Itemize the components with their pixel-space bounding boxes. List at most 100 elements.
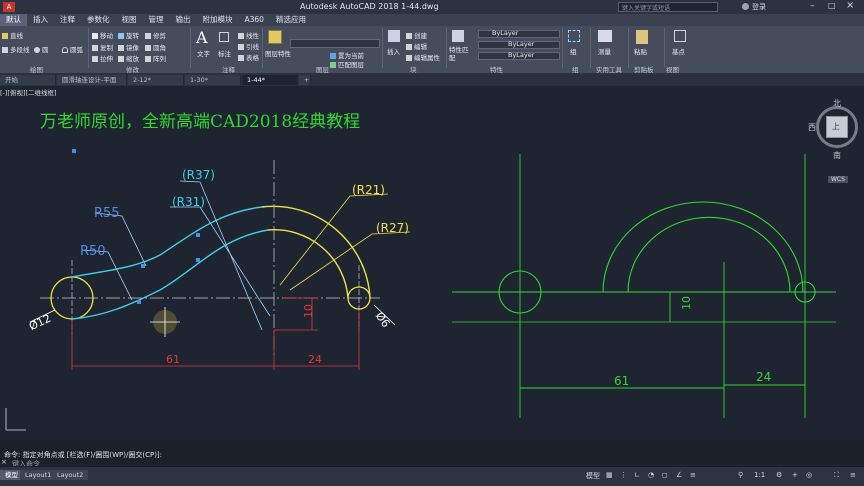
layer-properties-button[interactable]: 图层特性	[265, 48, 291, 58]
paste-button[interactable]: 粘贴	[634, 46, 647, 56]
otrack-icon[interactable]: ∠	[676, 471, 682, 479]
create-block-button[interactable]: 创建	[406, 30, 427, 40]
lineweight-icon[interactable]: ≡	[690, 471, 696, 479]
stretch-button[interactable]: 拉伸	[92, 53, 113, 63]
rotate-button[interactable]: 旋转	[118, 30, 139, 40]
tab-insert[interactable]: 插入	[27, 14, 54, 26]
fullscreen-icon[interactable]: ⛶	[834, 471, 839, 480]
fillet-button[interactable]: 圆角	[145, 42, 166, 52]
drawing-canvas[interactable]: 万老师原创，全新高端CAD2018经典教程 (R37) (R31) (R21) …	[0, 86, 864, 438]
compass-north[interactable]: 北	[833, 98, 841, 109]
layout-tab-2[interactable]: Layout2	[52, 470, 89, 480]
arc-button[interactable]: 圆弧	[62, 44, 83, 54]
scale-button[interactable]: 缩放	[118, 53, 139, 63]
annotation-scale-icon[interactable]: ⚲	[738, 471, 743, 479]
line-button[interactable]: 直线	[2, 30, 23, 40]
file-tab-2[interactable]: 2-12*	[128, 75, 184, 85]
dim-61-right: 61	[614, 374, 629, 388]
trim-button[interactable]: 修剪	[145, 30, 166, 40]
osnap-icon[interactable]: ◻	[662, 471, 668, 479]
annotation-scale[interactable]: 1:1	[754, 471, 765, 479]
text-button[interactable]: 文字	[197, 48, 210, 58]
measure-icon[interactable]	[598, 30, 612, 42]
customize-menu-icon[interactable]: ≡	[850, 471, 856, 479]
layer-properties-icon[interactable]	[268, 30, 282, 44]
tab-featured-apps[interactable]: 精选应用	[270, 14, 312, 26]
right-arc-inner[interactable]	[627, 216, 791, 293]
app-logo-icon[interactable]: A	[3, 2, 15, 12]
file-tab-start[interactable]: 开始	[0, 75, 56, 85]
dim-d12: Ø12	[27, 312, 53, 333]
basepoint-button[interactable]: 基点	[672, 46, 685, 56]
paste-icon[interactable]	[636, 30, 648, 44]
polyline-icon	[2, 47, 8, 53]
isolate-icon[interactable]: ◎	[806, 471, 812, 479]
insert-block-icon[interactable]	[388, 30, 400, 42]
file-tab-3[interactable]: 1-30*	[185, 75, 241, 85]
insert-block-button[interactable]: 插入	[387, 46, 400, 56]
ortho-icon[interactable]: ∟	[634, 471, 640, 479]
model-space-button[interactable]: 模型	[586, 471, 600, 481]
window-title: Autodesk AutoCAD 2018 1-44.dwg	[300, 2, 439, 11]
command-close-icon[interactable]: ×	[1, 458, 7, 466]
tab-default[interactable]: 默认	[0, 14, 27, 26]
file-tab-current[interactable]: 1-44*	[242, 75, 298, 85]
group-icon[interactable]	[568, 30, 580, 42]
dim-d6: Ø6	[373, 310, 393, 330]
add-icon[interactable]: +	[792, 471, 798, 479]
user-icon[interactable]	[742, 3, 749, 10]
match-properties-button[interactable]: 特性匹配	[449, 46, 469, 62]
maximize-button[interactable]: □	[828, 1, 836, 10]
dimension-button[interactable]: 标注	[218, 48, 231, 58]
move-icon	[92, 33, 98, 39]
compass-south[interactable]: 南	[833, 150, 841, 161]
color-dropdown[interactable]	[478, 30, 560, 38]
minimize-button[interactable]: –	[810, 1, 815, 11]
tab-annotate[interactable]: 注释	[54, 14, 81, 26]
table-button[interactable]: 表格	[238, 52, 259, 62]
copy-button[interactable]: 复制	[92, 42, 113, 52]
text-icon[interactable]: A	[196, 28, 208, 47]
mirror-button[interactable]: 镜像	[118, 42, 139, 52]
circle-button[interactable]: 圆	[34, 44, 49, 54]
match-properties-icon[interactable]	[452, 30, 464, 42]
match-layer-button[interactable]: 匹配图层	[330, 59, 364, 69]
login-link[interactable]: 登录	[752, 2, 766, 12]
tab-output[interactable]: 输出	[170, 14, 197, 26]
view-cube-top-label: 上	[832, 122, 840, 131]
tab-parametric[interactable]: 参数化	[81, 14, 116, 26]
polyline-button[interactable]: 多段线	[2, 44, 30, 54]
file-tab-bar: 开始 圆滑轴连设计-平面 2-12* 1-30* 1-44* +	[0, 74, 864, 86]
viewport-controls[interactable]: [-][俯视][二维线框]	[0, 87, 57, 97]
edit-attribute-button[interactable]: 编辑属性	[406, 52, 440, 62]
polar-icon[interactable]: ◔	[648, 471, 654, 479]
grid-icon[interactable]: ▦	[606, 471, 613, 479]
basepoint-icon[interactable]	[674, 30, 686, 42]
move-button[interactable]: 移动	[92, 30, 113, 40]
mirror-icon	[118, 45, 124, 51]
group-button[interactable]: 组	[570, 46, 577, 56]
title-bar: A Autodesk AutoCAD 2018 1-44.dwg 键入关键字或短…	[0, 0, 864, 14]
file-tab-1[interactable]: 圆滑轴连设计-平面	[57, 75, 127, 85]
tab-addins[interactable]: 附加模块	[197, 14, 239, 26]
workspace-gear-icon[interactable]: ⚙	[776, 471, 782, 479]
wcs-menu[interactable]: WCS	[828, 176, 848, 183]
leader-icon	[238, 44, 244, 50]
layout-tab-1[interactable]: Layout1	[20, 470, 57, 480]
arc-r21[interactable]	[261, 205, 371, 299]
array-button[interactable]: 阵列	[145, 53, 166, 63]
measure-button[interactable]: 测量	[598, 46, 611, 56]
new-tab-button[interactable]: +	[299, 75, 311, 85]
tab-view[interactable]: 视图	[116, 14, 143, 26]
tab-manage[interactable]: 管理	[143, 14, 170, 26]
leader-button[interactable]: 引线	[238, 41, 259, 51]
view-cube[interactable]: 北 西 上 南 WCS	[808, 98, 864, 188]
tab-a360[interactable]: A360	[239, 14, 270, 26]
compass-west[interactable]: 西	[808, 122, 816, 133]
edit-block-button[interactable]: 编辑	[406, 41, 427, 51]
linear-button[interactable]: 线性	[238, 30, 259, 40]
snap-icon[interactable]: ⋮	[620, 471, 627, 479]
arc-r27[interactable]	[267, 229, 349, 299]
layer-dropdown[interactable]	[290, 39, 380, 48]
close-button[interactable]: ×	[846, 0, 854, 11]
